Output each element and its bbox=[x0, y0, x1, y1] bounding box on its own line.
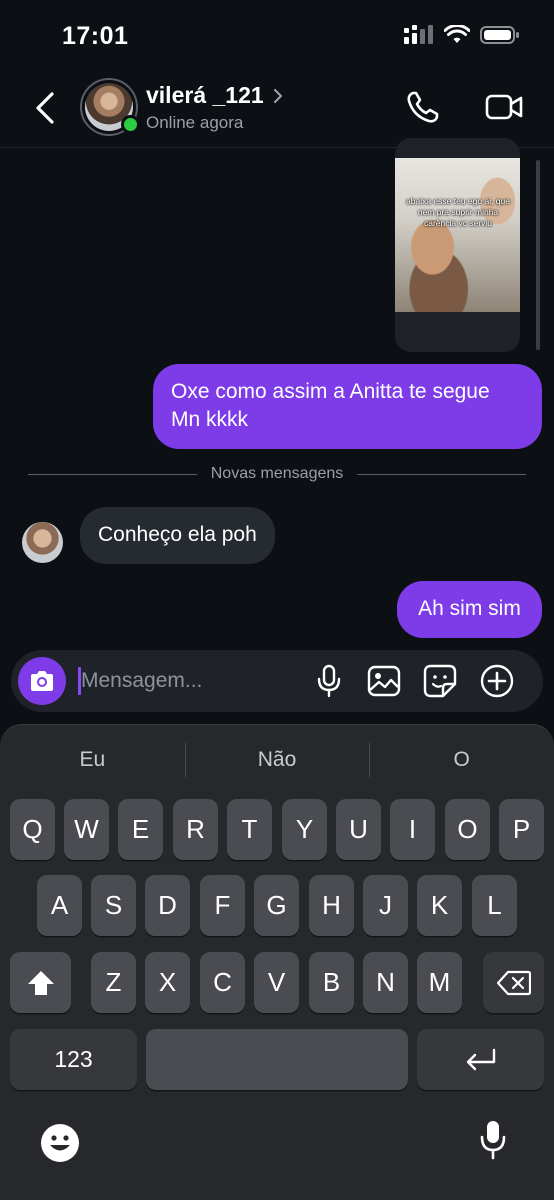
incoming-message[interactable]: Conheço ela poh bbox=[80, 507, 275, 564]
key-n[interactable]: N bbox=[363, 952, 408, 1013]
contact-name-link[interactable]: vilerá _121 bbox=[146, 82, 284, 109]
sticker-button[interactable] bbox=[422, 663, 458, 699]
key-h[interactable]: H bbox=[309, 875, 354, 936]
return-icon bbox=[466, 1048, 495, 1070]
key-g[interactable]: G bbox=[254, 875, 299, 936]
return-key[interactable] bbox=[417, 1029, 544, 1090]
key-y[interactable]: Y bbox=[282, 799, 327, 860]
key-q[interactable]: Q bbox=[10, 799, 55, 860]
numbers-key[interactable]: 123 bbox=[10, 1029, 137, 1090]
backspace-icon bbox=[496, 970, 531, 995]
key-x[interactable]: X bbox=[145, 952, 190, 1013]
microphone-icon bbox=[480, 1121, 506, 1160]
key-u[interactable]: U bbox=[336, 799, 381, 860]
key-z[interactable]: Z bbox=[91, 952, 136, 1013]
shift-arrow-icon bbox=[27, 970, 54, 995]
divider-line bbox=[28, 473, 197, 475]
status-time: 17:01 bbox=[62, 22, 129, 50]
chevron-right-icon bbox=[273, 88, 282, 103]
key-s[interactable]: S bbox=[91, 875, 136, 936]
contact-status: Online agora bbox=[146, 113, 244, 132]
emoji-keyboard-button[interactable] bbox=[39, 1122, 81, 1164]
media-thumbnail bbox=[395, 158, 520, 312]
key-e[interactable]: E bbox=[118, 799, 163, 860]
audio-call-button[interactable] bbox=[404, 88, 442, 126]
gallery-button[interactable] bbox=[366, 663, 402, 699]
predictive-suggestions: Eu Não O bbox=[0, 743, 554, 777]
contact-avatar[interactable] bbox=[80, 78, 140, 136]
key-m[interactable]: M bbox=[417, 952, 462, 1013]
contact-name: vilerá _121 bbox=[146, 82, 264, 108]
video-call-button[interactable] bbox=[484, 88, 524, 126]
key-f[interactable]: F bbox=[200, 875, 245, 936]
key-b[interactable]: B bbox=[309, 952, 354, 1013]
dictation-button[interactable] bbox=[472, 1119, 514, 1161]
message-list[interactable]: abaixa esse teu ego ai, que nem pra supr… bbox=[0, 138, 554, 648]
emoji-icon bbox=[41, 1124, 79, 1162]
key-l[interactable]: L bbox=[472, 875, 517, 936]
backspace-key[interactable] bbox=[483, 952, 544, 1013]
key-i[interactable]: I bbox=[390, 799, 435, 860]
key-a[interactable]: A bbox=[37, 875, 82, 936]
status-bar: 17:01 bbox=[0, 0, 554, 70]
key-c[interactable]: C bbox=[200, 952, 245, 1013]
suggestion-item[interactable]: Eu bbox=[0, 743, 185, 777]
microphone-icon bbox=[317, 664, 341, 698]
suggestion-item[interactable]: Não bbox=[184, 743, 370, 777]
on-screen-keyboard: Eu Não O Q W E R T Y U I O P A S D F G H… bbox=[0, 724, 554, 1200]
key-j[interactable]: J bbox=[363, 875, 408, 936]
divider-line bbox=[357, 473, 527, 475]
new-messages-divider: Novas mensagens bbox=[28, 463, 527, 485]
voice-message-button[interactable] bbox=[311, 663, 347, 699]
chevron-left-icon bbox=[36, 92, 54, 124]
message-input[interactable] bbox=[81, 664, 301, 698]
status-icons bbox=[404, 25, 520, 45]
sticker-icon bbox=[423, 664, 457, 698]
key-r[interactable]: R bbox=[173, 799, 218, 860]
back-button[interactable] bbox=[30, 90, 64, 126]
chat-header: vilerá _121 Online agora bbox=[0, 70, 554, 148]
video-camera-icon bbox=[485, 94, 523, 120]
shared-media-message[interactable]: abaixa esse teu ego ai, que nem pra supr… bbox=[395, 138, 520, 352]
phone-icon bbox=[407, 91, 439, 123]
key-w[interactable]: W bbox=[64, 799, 109, 860]
scrollbar[interactable] bbox=[536, 160, 540, 350]
divider-label: Novas mensagens bbox=[210, 465, 344, 482]
suggestion-item[interactable]: O bbox=[369, 743, 554, 777]
cellular-signal-icon bbox=[404, 25, 433, 44]
key-t[interactable]: T bbox=[227, 799, 272, 860]
message-composer bbox=[11, 650, 543, 712]
key-k[interactable]: K bbox=[417, 875, 462, 936]
online-indicator bbox=[121, 115, 140, 134]
media-caption: abaixa esse teu ego ai, que nem pra supr… bbox=[406, 196, 510, 228]
more-options-button[interactable] bbox=[479, 663, 515, 699]
plus-circle-icon bbox=[480, 664, 514, 698]
outgoing-message[interactable]: Oxe como assim a Anitta te segue Mn kkkk bbox=[153, 364, 542, 449]
wifi-icon bbox=[444, 25, 470, 43]
image-icon bbox=[367, 665, 401, 697]
camera-icon bbox=[31, 671, 53, 691]
battery-icon bbox=[480, 26, 519, 44]
key-v[interactable]: V bbox=[254, 952, 299, 1013]
shift-key[interactable] bbox=[10, 952, 71, 1013]
key-d[interactable]: D bbox=[145, 875, 190, 936]
key-p[interactable]: P bbox=[499, 799, 544, 860]
outgoing-message[interactable]: Ah sim sim bbox=[397, 581, 542, 638]
key-o[interactable]: O bbox=[445, 799, 490, 860]
camera-button[interactable] bbox=[18, 657, 66, 705]
space-key[interactable] bbox=[146, 1029, 408, 1090]
sender-avatar[interactable] bbox=[22, 522, 63, 563]
